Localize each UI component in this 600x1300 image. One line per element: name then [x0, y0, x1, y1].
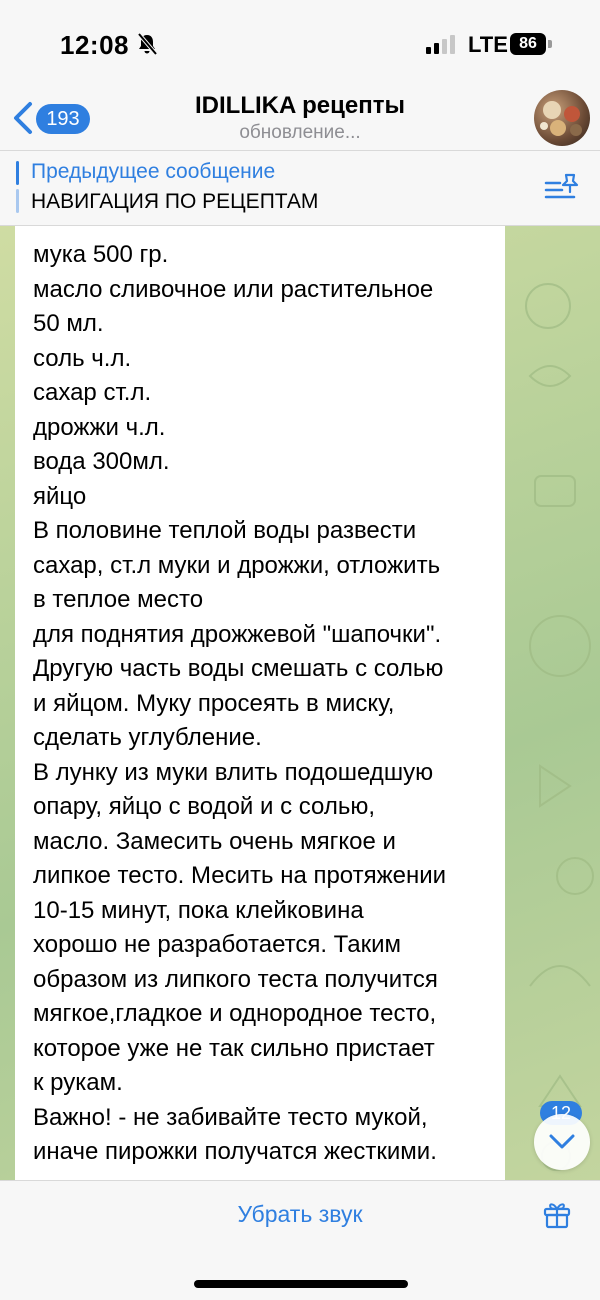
home-indicator [194, 1280, 408, 1288]
chat-status: обновление... [239, 122, 361, 143]
message-line: в теплое место [33, 586, 204, 613]
pinned-message-bar[interactable]: Предыдущее сообщение НАВИГАЦИЯ ПО РЕЦЕПТ… [0, 150, 600, 226]
message-line: которое уже не так сильно пристает [33, 1034, 435, 1062]
message-line: В половине теплой воды развести [33, 517, 417, 544]
message-line: Другую часть воды смешать с солью [33, 655, 444, 682]
message-line: Важно! - не забивайте тесто мукой, [33, 1103, 428, 1131]
message-line: мягкое,гладкое и однородное тесто, [33, 1000, 437, 1027]
status-time: 12:08 [60, 30, 129, 60]
message-line: вода 300мл. [33, 448, 170, 475]
message-line: В лунку из муки влить подошедшую [33, 758, 434, 786]
message-line: иначе пирожки получатся жесткими. [33, 1138, 437, 1165]
message-line: 50 мл. [33, 310, 104, 337]
pinned-text: НАВИГАЦИЯ ПО РЕЦЕПТАМ [31, 190, 319, 213]
pinned-indicator-active [16, 161, 19, 185]
chat-title[interactable]: IDILLIKA рецепты [0, 92, 600, 120]
message-line: к рукам. [33, 1069, 123, 1096]
message-line: образом из липкого теста получится [33, 965, 438, 993]
message-line: сделать углубление. [33, 724, 262, 751]
message-line: яйцо [33, 482, 87, 510]
message-line: соль ч.л. [33, 344, 132, 372]
message-line: опару, яйцо с водой и с солью, [33, 793, 375, 820]
pinned-indicator [16, 189, 19, 213]
message-line: липкое тесто. Месить на протяжении [33, 862, 447, 889]
message-line: мука 500 гр. [33, 241, 169, 268]
food-photo-icon [540, 101, 582, 136]
pinned-title: Предыдущее сообщение [31, 160, 276, 183]
pinned-list-icon[interactable] [544, 171, 580, 203]
message-line: хорошо не разработается. Таким [33, 931, 402, 958]
channel-avatar[interactable] [534, 90, 590, 146]
message-line: для поднятия дрожжевой "шапочки". [33, 620, 442, 648]
chat-header: 193 IDILLIKA рецепты обновление... [0, 90, 600, 150]
message-text: мука 500 гр. масло сливочное или растител… [33, 238, 487, 1170]
battery-icon: 86 [510, 33, 546, 55]
message-line: дрожжи ч.л. [33, 413, 166, 441]
message-line: масло сливочное или растительное [33, 275, 434, 303]
network-type: LTE [468, 32, 508, 57]
gift-icon[interactable] [542, 1199, 572, 1229]
mute-button[interactable]: Убрать звук [0, 1201, 600, 1228]
message-bubble[interactable]: мука 500 гр. масло сливочное или растител… [15, 226, 505, 1180]
message-line: сахар, ст.л муки и дрожжи, отложить [33, 551, 441, 579]
status-bar: 12:08 LTE 86 [0, 0, 600, 90]
chat-background[interactable]: мука 500 гр. масло сливочное или растител… [0, 226, 600, 1180]
message-line: 10-15 минут, пока клейковина [33, 896, 364, 924]
scroll-down-button[interactable] [534, 1114, 590, 1170]
message-line: масло. Замесить очень мягкое и [33, 827, 396, 855]
battery-tip [548, 40, 552, 48]
signal-strength-icon [426, 35, 455, 54]
message-line: и яйцом. Муку просеять в миску, [33, 689, 395, 717]
message-line: сахар ст.л. [33, 379, 152, 406]
muted-bell-icon [137, 32, 158, 56]
chevron-down-icon [549, 1134, 575, 1149]
